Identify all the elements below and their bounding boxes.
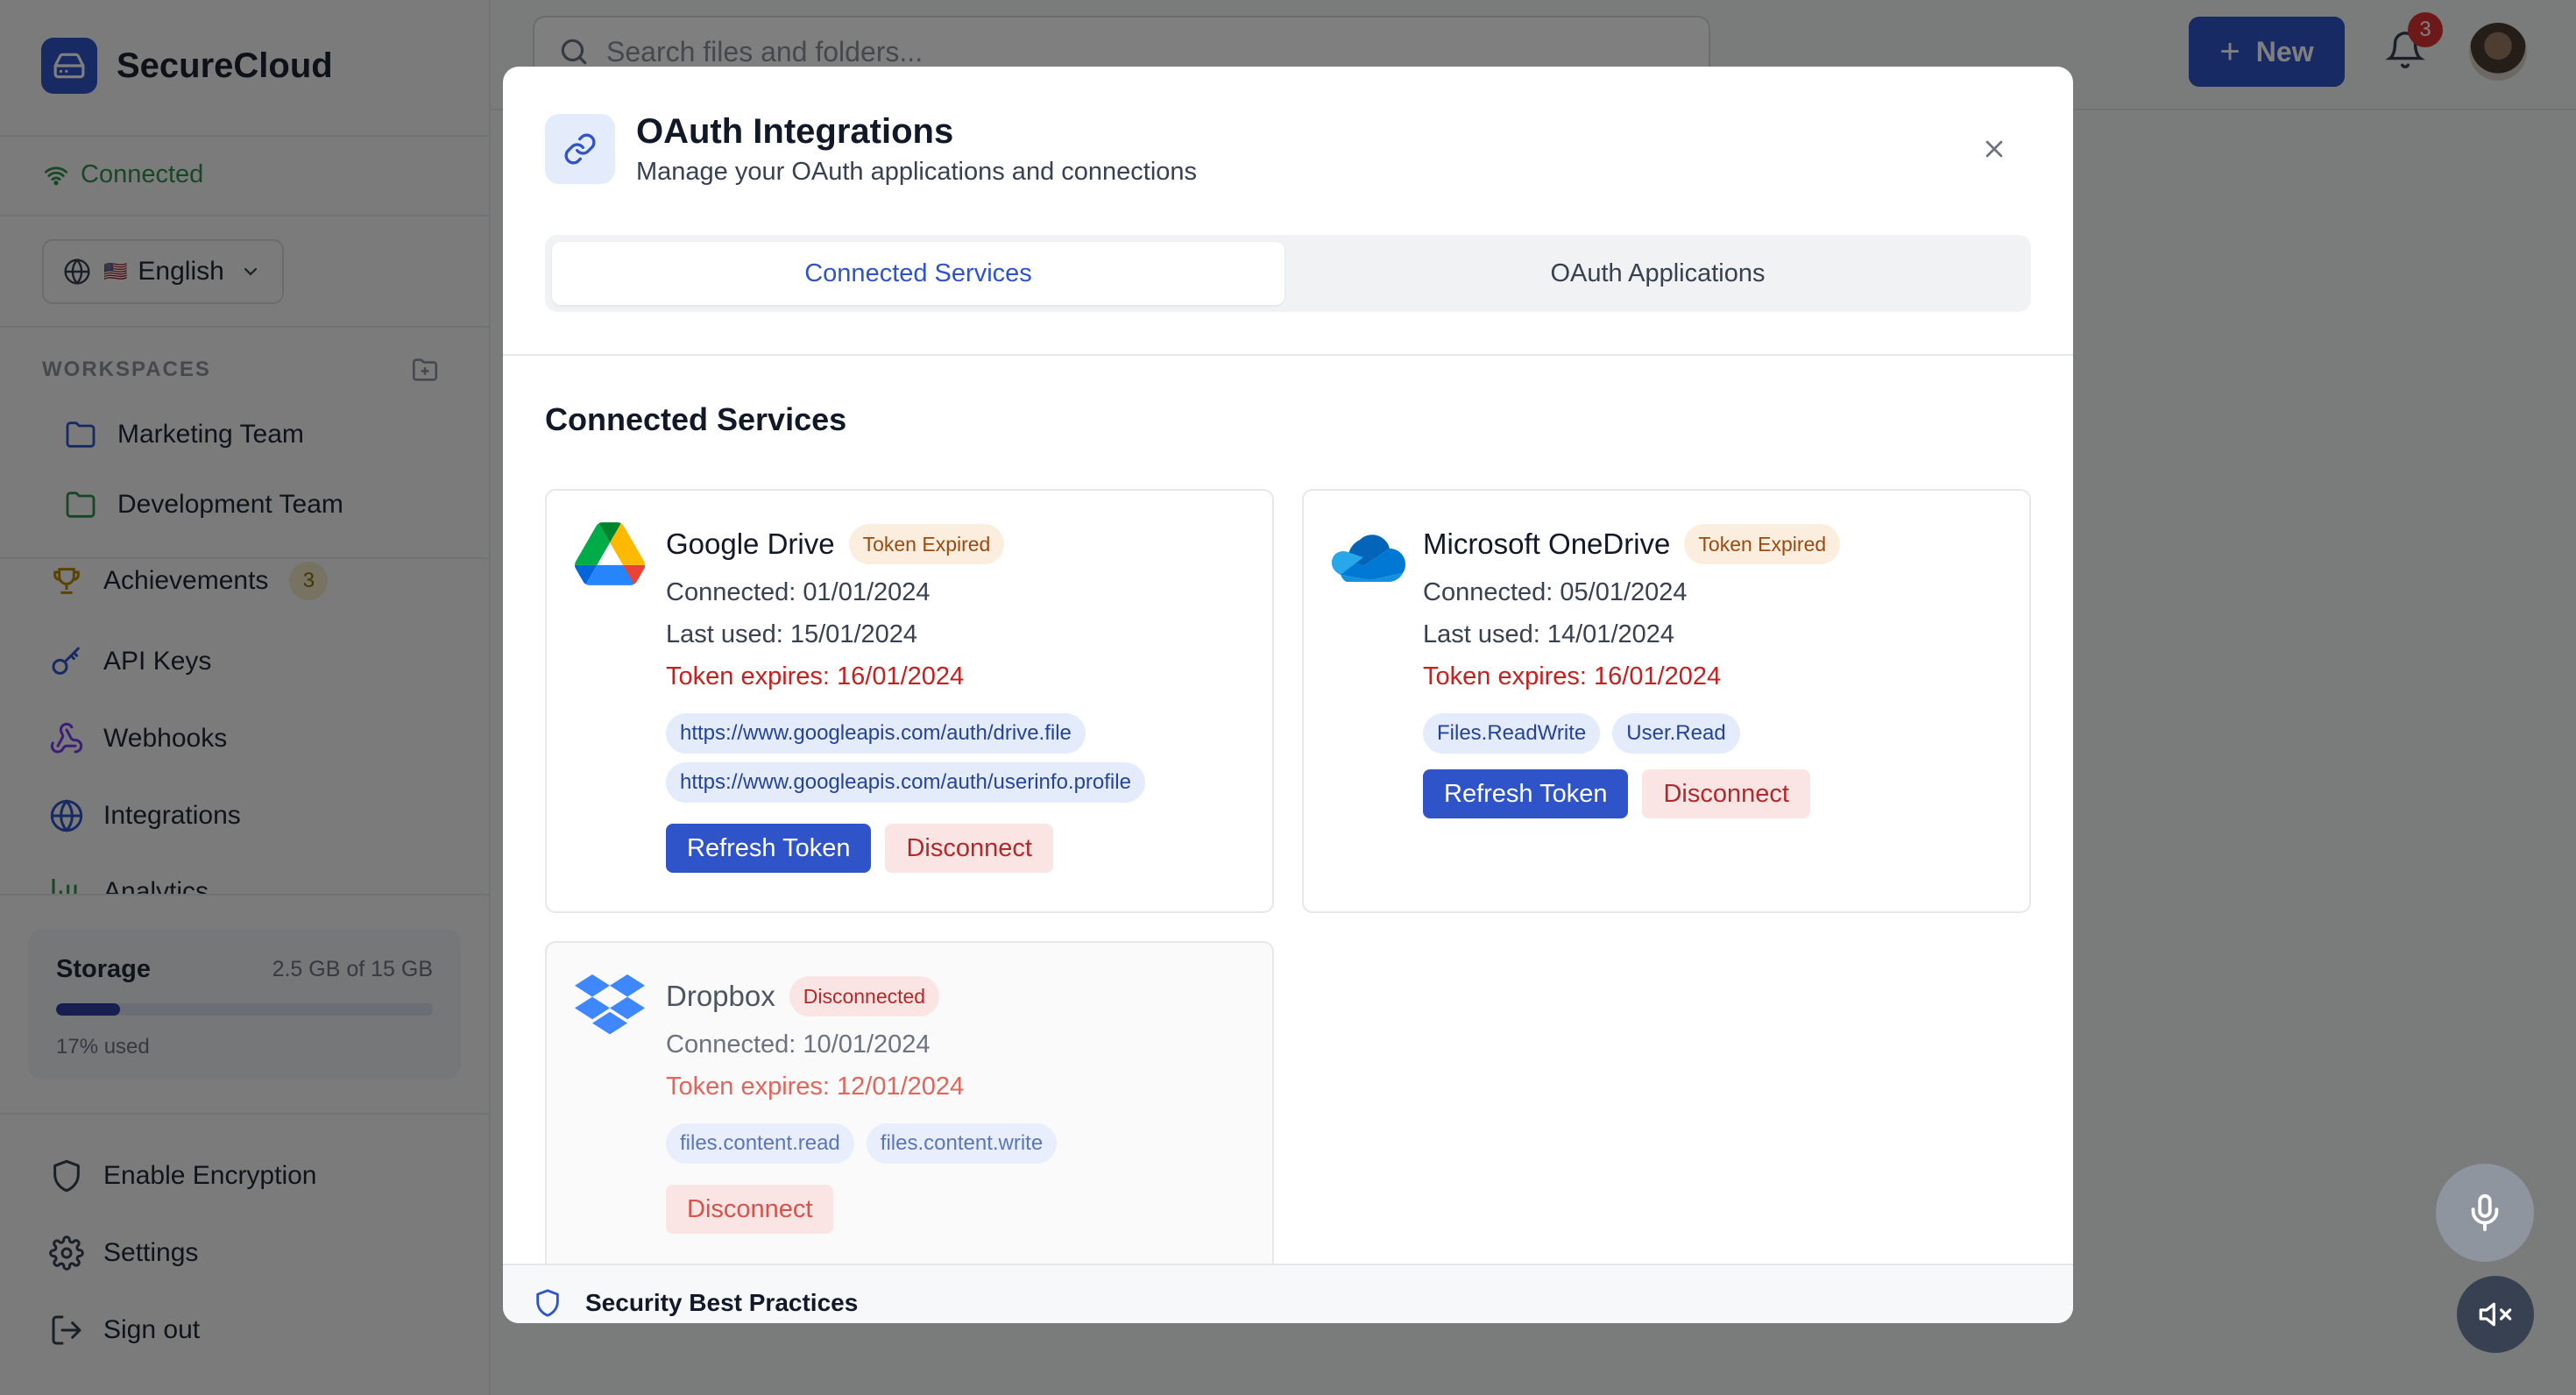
scope-tag: Files.ReadWrite <box>1423 713 1601 754</box>
token-expiry: Token expires: 16/01/2024 <box>1423 662 1722 690</box>
status-badge: Token Expired <box>1684 524 1841 564</box>
modal-tabs: Connected Services OAuth Applications <box>545 235 2031 312</box>
disconnect-button[interactable]: Disconnect <box>666 1185 834 1234</box>
disconnect-button[interactable]: Disconnect <box>1642 769 1810 818</box>
tab-oauth-applications[interactable]: OAuth Applications <box>1292 242 2024 305</box>
scope-tag: https://www.googleapis.com/auth/userinfo… <box>666 762 1145 803</box>
disconnect-button[interactable]: Disconnect <box>885 824 1053 873</box>
status-badge: Token Expired <box>848 524 1005 564</box>
modal-title: OAuth Integrations <box>636 112 954 151</box>
token-expiry: Token expires: 16/01/2024 <box>666 662 965 690</box>
microphone-button[interactable] <box>2436 1164 2534 1262</box>
scope-tag: files.content.read <box>666 1123 854 1164</box>
google-drive-icon <box>575 522 646 590</box>
service-card-dropbox: Dropbox Disconnected Connected: 10/01/20… <box>545 941 1274 1309</box>
volume-mute-icon <box>2479 1302 2512 1327</box>
token-expiry: Token expires: 12/01/2024 <box>666 1073 965 1101</box>
last-used-date: Last used: 14/01/2024 <box>1423 620 1675 648</box>
link-icon <box>545 114 615 184</box>
onedrive-icon <box>1332 522 1405 590</box>
connected-date: Connected: 01/01/2024 <box>666 578 931 606</box>
service-card-onedrive: Microsoft OneDrive Token Expired Connect… <box>1302 489 2031 913</box>
tab-connected-services[interactable]: Connected Services <box>552 242 1284 305</box>
scope-tag: https://www.googleapis.com/auth/drive.fi… <box>666 713 1086 754</box>
scope-tag: files.content.write <box>866 1123 1058 1164</box>
scope-list: https://www.googleapis.com/auth/drive.fi… <box>666 713 1145 803</box>
close-icon[interactable] <box>1980 135 2008 163</box>
refresh-token-button[interactable]: Refresh Token <box>1423 769 1629 818</box>
service-name: Dropbox <box>666 980 775 1012</box>
scope-list: Files.ReadWrite User.Read <box>1423 713 1840 754</box>
service-name: Google Drive <box>666 528 835 560</box>
refresh-token-button[interactable]: Refresh Token <box>666 824 872 873</box>
section-title: Connected Services <box>545 401 847 437</box>
modal-subtitle: Manage your OAuth applications and conne… <box>636 158 1198 186</box>
shield-icon <box>536 1289 559 1317</box>
connected-date: Connected: 05/01/2024 <box>1423 578 1688 606</box>
mute-button[interactable] <box>2457 1276 2534 1353</box>
dropbox-icon <box>575 974 645 1042</box>
status-badge: Disconnected <box>789 976 940 1016</box>
connected-date: Connected: 10/01/2024 <box>666 1030 931 1059</box>
service-card-google-drive: Google Drive Token Expired Connected: 01… <box>545 489 1274 913</box>
scope-tag: User.Read <box>1612 713 1740 754</box>
last-used-date: Last used: 15/01/2024 <box>666 620 918 648</box>
service-name: Microsoft OneDrive <box>1423 528 1671 560</box>
microphone-icon <box>2471 1193 2499 1232</box>
footer-title: Security Best Practices <box>585 1289 859 1316</box>
divider <box>503 354 2073 356</box>
security-best-practices: Security Best Practices <box>533 1288 858 1318</box>
modal-footer: Security Best Practices <box>503 1264 2073 1323</box>
scope-list: files.content.read files.content.write <box>666 1123 1058 1164</box>
oauth-modal: OAuth Integrations Manage your OAuth app… <box>503 67 2073 1323</box>
